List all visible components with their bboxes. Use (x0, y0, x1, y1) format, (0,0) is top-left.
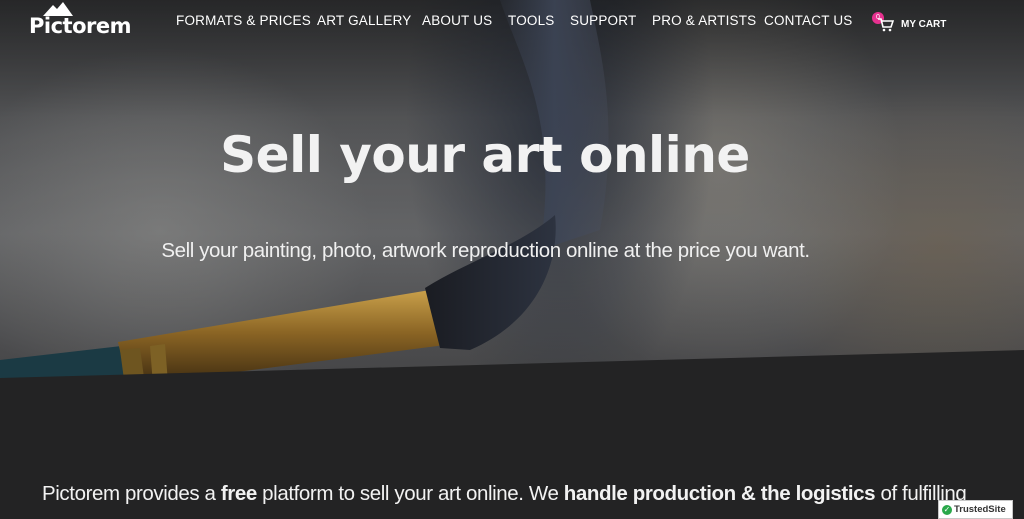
page: Pictorem FORMATS & PRICES ART GALLERY AB… (0, 0, 1024, 519)
cart-label: MY CART (901, 19, 947, 30)
nav-item-tools[interactable]: TOOLS (508, 13, 555, 28)
site-header: Pictorem FORMATS & PRICES ART GALLERY AB… (0, 0, 1024, 44)
nav-item-about-us[interactable]: ABOUT US (422, 13, 492, 28)
trustedsite-label: TrustedSite (954, 504, 1006, 515)
logo-text: Pictorem (29, 14, 131, 38)
nav-item-formats-prices[interactable]: FORMATS & PRICES (176, 13, 311, 28)
hero-subtitle: Sell your painting, photo, artwork repro… (161, 239, 810, 262)
nav-item-contact-us[interactable]: CONTACT US (764, 13, 853, 28)
trustedsite-badge[interactable]: ✓ TrustedSite (938, 500, 1013, 519)
hero-title: Sell your art online (220, 126, 750, 184)
intro-paragraph: Pictorem provides a free platform to sel… (42, 482, 967, 506)
shopping-cart-icon (878, 18, 894, 32)
nav-item-art-gallery[interactable]: ART GALLERY (317, 13, 412, 28)
intro-bold-production: handle production & the logistics (563, 482, 876, 505)
nav-item-pro-artists[interactable]: PRO & ARTISTS (652, 13, 756, 28)
intro-text-2: platform to sell your art online. We (256, 482, 564, 505)
pictorem-logo[interactable]: Pictorem (29, 2, 131, 40)
intro-bold-free: free (220, 482, 257, 505)
check-circle-icon: ✓ (942, 504, 952, 515)
intro-text-1: Pictorem provides a (42, 482, 221, 505)
nav-item-support[interactable]: SUPPORT (570, 13, 636, 28)
